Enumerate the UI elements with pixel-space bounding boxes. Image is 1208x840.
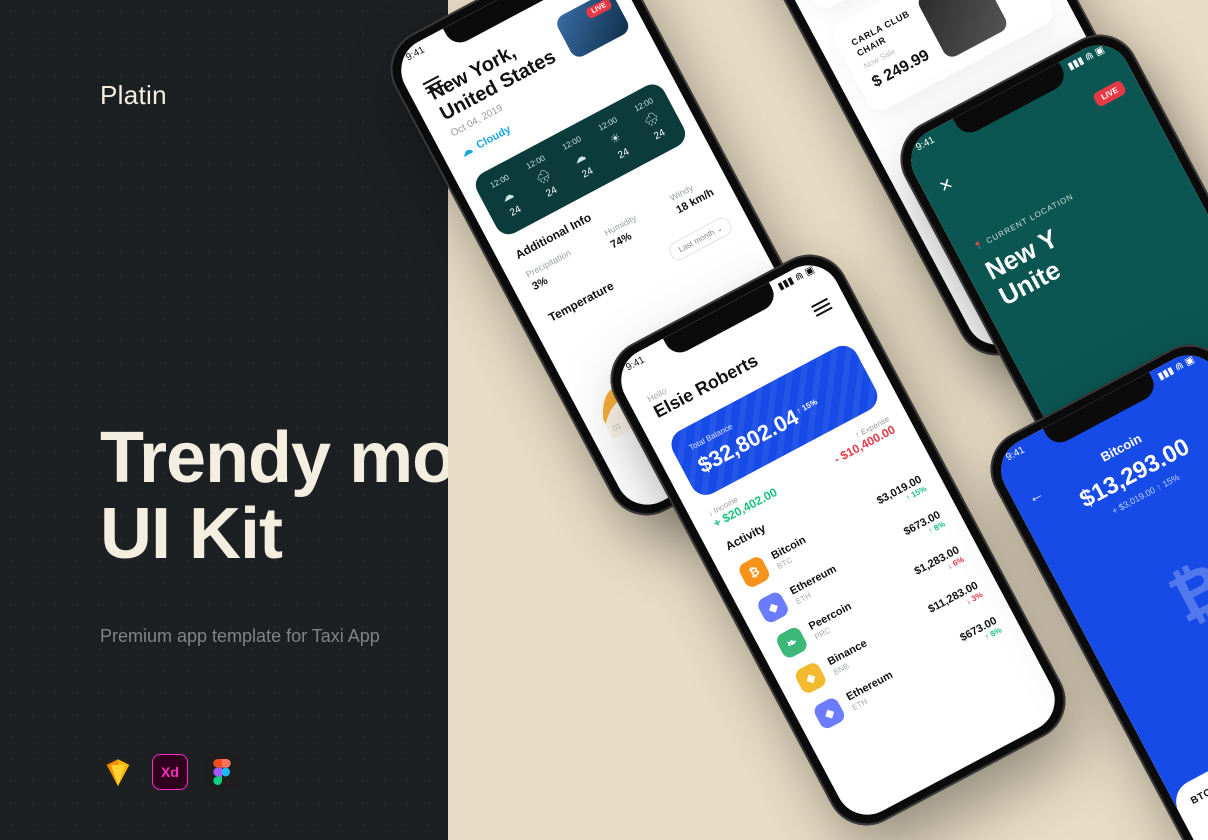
hour-cell[interactable]: 12:00🌧24 — [524, 153, 564, 205]
hour-cell[interactable]: 12:00🌧24 — [632, 95, 672, 147]
screen-bitcoin: 9:41 ▮▮▮ ⋒ ▣ ← Bitcoin $13,293.00 + $3,0… — [990, 344, 1208, 840]
coin-icon: ◆ — [755, 590, 790, 625]
bottom-sheet[interactable]: BTC/USD ▾ — [1168, 680, 1208, 840]
status-time: 9:41 — [914, 135, 936, 154]
coin-list: ₿BitcoinBTC$3,019.00↑ 15%◆EthereumETH$67… — [733, 465, 1007, 737]
tool-badges: Xd — [100, 754, 240, 790]
bitcoin-icon: ₿ — [1157, 547, 1208, 637]
hour-cell[interactable]: 12:00☀24 — [596, 114, 636, 166]
figma-icon — [204, 754, 240, 790]
cloud-icon: ☁ — [459, 143, 475, 160]
close-icon[interactable]: ✕ — [936, 174, 957, 198]
live-badge: LIVE — [585, 0, 613, 19]
live-badge: LIVE — [1092, 80, 1127, 108]
hour-cell[interactable]: 12:00☁24 — [488, 172, 528, 224]
coin-icon: ◈ — [793, 660, 828, 695]
coin-icon: ₿ — [737, 554, 772, 589]
headline-line2: UI Kit — [100, 494, 282, 574]
coin-icon: ◆ — [812, 696, 847, 731]
status-icons: ▮▮▮ ⋒ ▣ — [1066, 44, 1106, 72]
condition-label: Cloudy — [474, 123, 513, 151]
mockup-cluster: 9:41 ▮▮▮ ⋒ ▣ LIVE New York, United State… — [448, 0, 1208, 840]
hour-cell[interactable]: 12:00☁24 — [560, 133, 600, 185]
sketch-icon — [100, 754, 136, 790]
phone-bitcoin: 9:41 ▮▮▮ ⋒ ▣ ← Bitcoin $13,293.00 + $3,0… — [976, 331, 1208, 840]
xd-icon: Xd — [152, 754, 188, 790]
pair-selector[interactable]: BTC/USD ▾ — [1189, 699, 1208, 806]
coin-icon: ❧ — [774, 625, 809, 660]
balance-pct: ↑ 15% — [795, 397, 819, 415]
chevron-down-icon: ⌄ — [714, 223, 724, 234]
promo-canvas: Platin Trendy mobile UI Kit Premium app … — [0, 0, 1208, 840]
